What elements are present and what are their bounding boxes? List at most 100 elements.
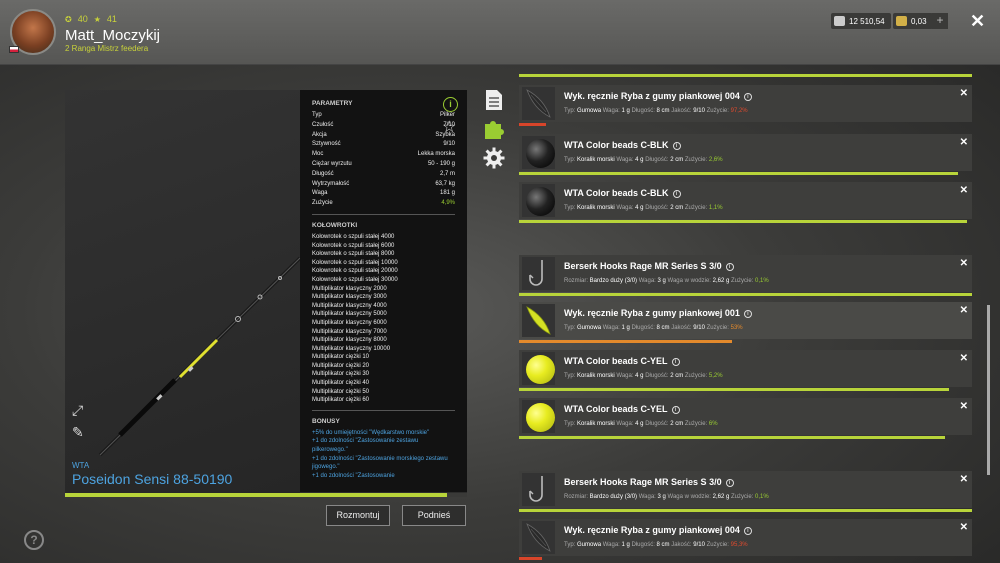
info-icon[interactable]: i [672, 190, 681, 198]
tackle-slot[interactable]: WTA Color beads C-BLK i Typ: Koralik morsk… [519, 182, 972, 219]
param-label: Długość [312, 170, 334, 177]
close-icon[interactable]: ✕ [960, 137, 968, 148]
close-icon[interactable]: ✕ [960, 258, 968, 269]
param-label: Wytrzymałość [312, 180, 350, 187]
detail-value: Gumowa [577, 542, 602, 548]
tackle-title-text: Berserk Hooks Rage MR Series S 3/0 [564, 261, 722, 271]
param-label: Sztywność [312, 141, 341, 148]
reel-item: Multiplikator klasyczny 3000 [312, 294, 387, 301]
detail-label: Waga: [616, 373, 636, 379]
tackle-slot[interactable]: Wyk. ręcznie Ryba z gumy piankowej 004 i T… [519, 85, 972, 122]
tackle-title: Berserk Hooks Rage MR Series S 3/0 i [564, 261, 734, 271]
info-icon[interactable]: i [725, 263, 734, 271]
notes-icon[interactable] [485, 89, 503, 111]
tackle-details: Typ: Gumowa Waga: 1 g Długość: 8 cm Jako… [564, 542, 748, 548]
info-icon[interactable]: i [725, 479, 734, 487]
gear-icon[interactable] [483, 147, 505, 169]
detail-label: Jakość: [671, 325, 694, 331]
reel-item: Multiplikator ciężki 20 [312, 362, 370, 369]
rod-image [65, 90, 302, 497]
star-icon[interactable]: ☆ [442, 117, 456, 137]
info-icon[interactable]: i [671, 358, 680, 366]
close-icon[interactable]: ✕ [960, 474, 968, 485]
detail-label: Waga: [638, 494, 658, 500]
tackle-title: WTA Color beads C-YEL i [564, 404, 680, 414]
close-icon[interactable]: ✕ [960, 305, 968, 316]
silver-icon [834, 16, 845, 26]
info-icon[interactable]: i [672, 142, 681, 150]
close-icon[interactable]: ✕ [960, 522, 968, 533]
wear-bar [519, 509, 972, 512]
reel-item: Multiplikator ciężki 50 [312, 388, 370, 395]
tackle-slot[interactable]: Berserk Hooks Rage MR Series S 3/0 i Rozmi… [519, 255, 972, 292]
tackle-thumbnail [522, 184, 555, 217]
detail-value: 2 cm [670, 205, 684, 211]
player-rank: 2 Ranga Mistrz feedera [65, 44, 149, 53]
username: Matt_Moczykij [65, 27, 161, 44]
detail-value: Koralik morski [577, 157, 615, 163]
lift-button[interactable]: Podnieś [402, 505, 466, 526]
add-gold-button[interactable]: + [932, 13, 948, 29]
info-icon[interactable]: i [743, 93, 752, 101]
info-icon[interactable]: i [743, 310, 752, 318]
param-value: 50 - 190 g [427, 160, 455, 167]
reel-item: Multiplikator klasyczny 2000 [312, 285, 387, 292]
reel-item: Kołowrotek o szpuli stałej 4000 [312, 233, 395, 240]
silver-balance: 12 510,54 [831, 13, 891, 29]
param-row: Czułość 7/10 [312, 121, 455, 131]
detail-value: Gumowa [577, 325, 602, 331]
param-value: Lekka morska [417, 151, 455, 158]
detail-value: 2,62 g [712, 278, 730, 284]
info-icon[interactable]: i [743, 527, 752, 535]
tackle-details: Rozmiar: Bardzo duży (3/0) Waga: 3 g Wag… [564, 494, 769, 500]
reel-item: Multiplikator ciężki 10 [312, 354, 370, 361]
tackle-title-text: Berserk Hooks Rage MR Series S 3/0 [564, 477, 722, 487]
gold-icon [896, 16, 907, 26]
tackle-thumbnail [522, 304, 555, 337]
bonus-title: BONUSY [312, 417, 340, 425]
param-label: Akcja [312, 131, 327, 138]
wear-label: Zużycie: [684, 157, 709, 163]
close-icon[interactable]: ✕ [960, 353, 968, 364]
tackle-title-text: Wyk. ręcznie Ryba z gumy piankowej 001 [564, 308, 740, 318]
tackle-slot[interactable]: Wyk. ręcznie Ryba z gumy piankowej 004 i T… [519, 519, 972, 556]
info-icon[interactable]: i [671, 406, 680, 414]
dismount-button[interactable]: Rozmontuj [326, 505, 390, 526]
detail-label: Waga: [616, 421, 636, 427]
info-icon[interactable]: i [443, 97, 458, 112]
param-value: 181 g [439, 190, 455, 197]
help-icon[interactable]: ? [24, 530, 44, 550]
scrollbar[interactable] [987, 305, 990, 475]
silver-value: 12 510,54 [849, 16, 885, 26]
wear-value: 6% [708, 421, 718, 427]
knife-icon[interactable]: ✎ [72, 424, 84, 441]
flag-icon [9, 46, 19, 53]
divider [312, 213, 455, 215]
close-icon[interactable]: ✕ [960, 88, 968, 99]
tackle-slot[interactable]: Wyk. ręcznie Ryba z gumy piankowej 001 i T… [519, 302, 972, 339]
tackle-slot[interactable]: Berserk Hooks Rage MR Series S 3/0 i Rozmi… [519, 471, 972, 508]
param-value: 63,7 kg [435, 180, 455, 187]
tackle-title-text: Wyk. ręcznie Ryba z gumy piankowej 004 [564, 91, 740, 101]
wear-label: Zużycie: [706, 108, 731, 114]
expand-icon[interactable]: ⤢ [72, 402, 83, 419]
bonus-list: +5% do umiejętności "Wędkarstwo morskie"… [312, 429, 455, 481]
tackle-slot[interactable]: WTA Color beads C-BLK i Typ: Koralik morsk… [519, 134, 972, 171]
tackle-details: Typ: Koralik morski Waga: 4 g Długość: 2… [564, 157, 723, 163]
detail-value: 8 cm [656, 325, 670, 331]
param-label: Moc [312, 151, 324, 158]
close-icon[interactable]: ✕ [970, 11, 985, 32]
detail-label: Typ: [564, 421, 578, 427]
detail-value: 4 g [635, 205, 644, 211]
tackle-slot[interactable]: WTA Color beads C-YEL i Typ: Koralik morsk… [519, 398, 972, 435]
puzzle-icon[interactable] [483, 118, 505, 140]
detail-value: 9/10 [693, 108, 705, 114]
param-row: Typ Pilker [312, 111, 455, 121]
close-icon[interactable]: ✕ [960, 185, 968, 196]
bead-icon [526, 187, 555, 216]
param-row: Wytrzymałość 63,7 kg [312, 180, 455, 190]
level-icon: ✪ [65, 14, 72, 24]
close-icon[interactable]: ✕ [960, 401, 968, 412]
tackle-slot[interactable]: WTA Color beads C-YEL i Typ: Koralik morsk… [519, 350, 972, 387]
param-value: 2,7 m [439, 170, 455, 177]
